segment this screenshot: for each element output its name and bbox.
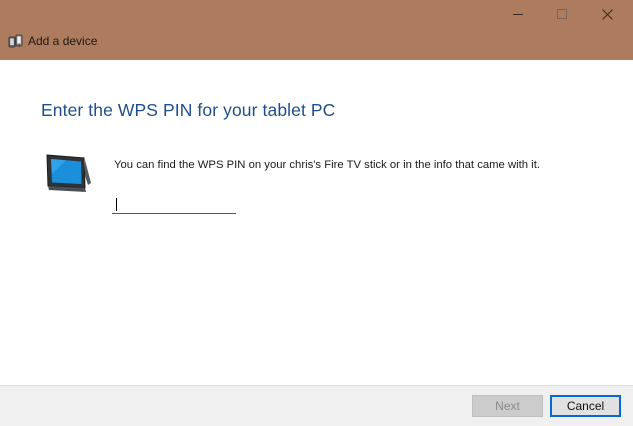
text-caret — [116, 198, 117, 211]
tablet-icon — [46, 154, 91, 192]
title-bar: Add a device — [0, 0, 633, 60]
maximize-icon — [556, 8, 567, 19]
close-icon — [601, 8, 613, 20]
page-heading: Enter the WPS PIN for your tablet PC — [41, 100, 336, 120]
info-text: You can find the WPS PIN on your chris's… — [114, 159, 540, 171]
close-button[interactable] — [585, 0, 629, 28]
add-device-icon — [8, 34, 23, 48]
wps-pin-input[interactable] — [112, 196, 236, 214]
minimize-icon — [512, 13, 523, 15]
cancel-button[interactable]: Cancel — [550, 395, 621, 417]
maximize-button[interactable] — [540, 0, 584, 28]
window-title: Add a device — [28, 34, 98, 48]
minimize-button[interactable] — [496, 0, 540, 28]
next-button[interactable]: Next — [472, 395, 543, 417]
